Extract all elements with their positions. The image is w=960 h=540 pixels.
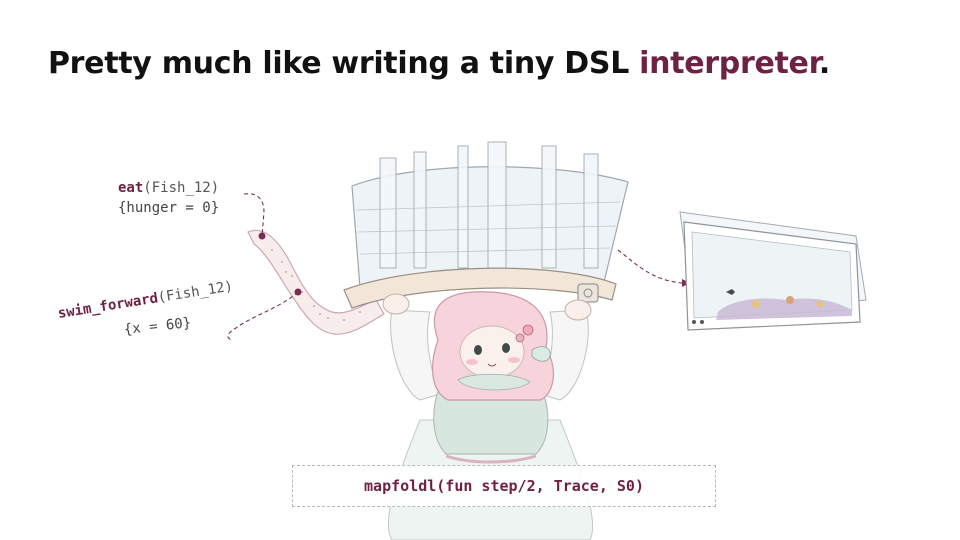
trace-call-eat: eat(Fish_12) xyxy=(118,180,219,196)
trace-state-hunger: {hunger = 0} xyxy=(118,200,220,216)
fish-tank-icon xyxy=(343,141,629,309)
aquarium-window-icon xyxy=(679,211,867,331)
code-snippet: mapfoldl(fun step/2, Trace, S0) xyxy=(364,477,644,495)
code-snippet-box: mapfoldl(fun step/2, Trace, S0) xyxy=(292,465,716,507)
illustration xyxy=(227,141,867,540)
trace-fn-eat: eat xyxy=(118,180,144,196)
trace-args-eat: (Fish_12) xyxy=(143,180,220,196)
